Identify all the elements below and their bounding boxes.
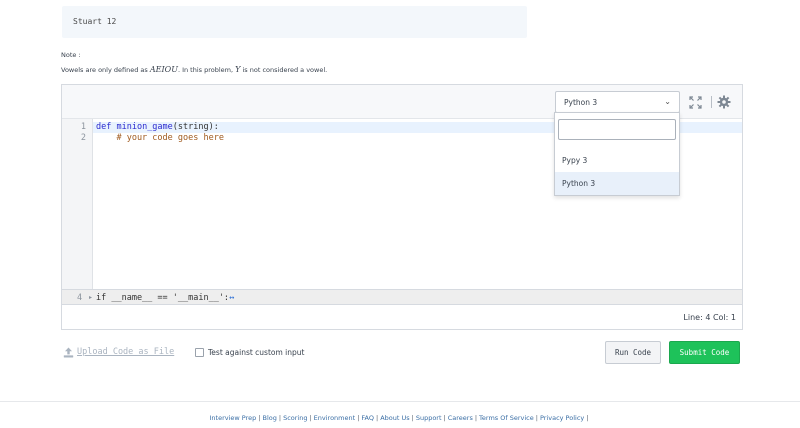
footer-link[interactable]: Terms Of Service: [479, 414, 534, 422]
footer-link[interactable]: FAQ: [361, 414, 374, 422]
language-dropdown: Pypy 3 Python 3: [554, 112, 680, 196]
footer-link[interactable]: Scoring: [283, 414, 307, 422]
footer-link[interactable]: Careers: [448, 414, 473, 422]
gear-icon[interactable]: [717, 95, 731, 109]
code-line: # your code goes here: [96, 133, 224, 143]
code-line: def minion_game(string):: [96, 122, 219, 132]
sample-output-box: Stuart 12: [62, 6, 527, 38]
folded-code-text: if __name__ == '__main__':↔: [96, 293, 235, 303]
fold-marker-icon[interactable]: ↔: [229, 293, 234, 303]
language-select-value: Python 3: [564, 98, 598, 107]
line-number-gutter: 1 2: [62, 119, 93, 289]
fold-arrow-icon[interactable]: ▸: [89, 294, 92, 301]
run-code-button[interactable]: Run Code: [605, 341, 661, 364]
editor-status-bar: Line: 4 Col: 1: [62, 306, 742, 329]
upload-code-link[interactable]: Upload Code as File: [77, 347, 174, 357]
footer-link[interactable]: Environment: [314, 414, 356, 422]
language-select[interactable]: Python 3 ⌄: [555, 91, 680, 113]
cursor-position: Line: 4 Col: 1: [683, 313, 736, 322]
language-search-input[interactable]: [558, 119, 676, 140]
folded-code-line[interactable]: 4 ▸ if __name__ == '__main__':↔: [62, 289, 742, 305]
footer-link[interactable]: Interview Prep: [210, 414, 257, 422]
note-label: Note :: [61, 51, 81, 59]
upload-icon[interactable]: [63, 347, 74, 358]
language-option-selected[interactable]: Python 3: [555, 172, 679, 195]
toolbar-separator: [711, 96, 712, 108]
custom-input-checkbox[interactable]: [195, 348, 204, 357]
footer-link[interactable]: Blog: [262, 414, 276, 422]
footer-link[interactable]: Privacy Policy: [540, 414, 584, 422]
note-text: Vowels are only defined as AEIOU. In thi…: [61, 65, 328, 74]
expand-icon[interactable]: [689, 96, 702, 109]
footer-links: Interview Prep | Blog | Scoring | Environment |…: [209, 414, 589, 422]
line-number: 4: [77, 293, 83, 303]
chevron-down-icon: ⌄: [664, 97, 671, 106]
line-number: 1: [80, 122, 86, 132]
sample-output-text: Stuart 12: [73, 17, 117, 26]
footer-link[interactable]: About Us: [380, 414, 409, 422]
submit-code-button[interactable]: Submit Code: [669, 341, 740, 364]
page-divider: [0, 401, 800, 402]
footer-link[interactable]: Support: [416, 414, 442, 422]
vowels-math: AEIOU: [149, 65, 178, 74]
language-option[interactable]: Pypy 3: [555, 149, 679, 172]
custom-input-label[interactable]: Test against custom input: [208, 348, 304, 357]
line-number: 2: [80, 133, 86, 143]
